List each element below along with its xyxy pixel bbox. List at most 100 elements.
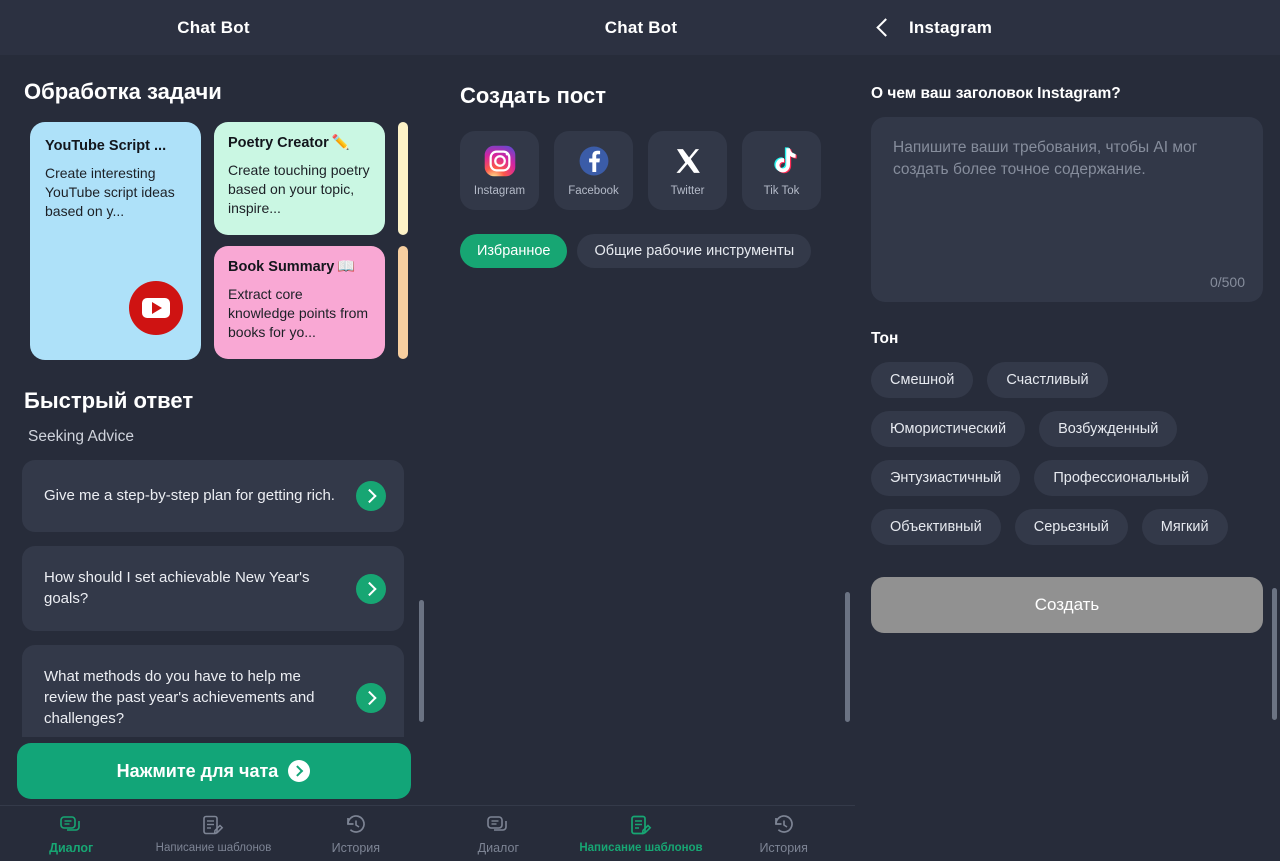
template-write-icon <box>631 815 652 834</box>
tone-chip-funny[interactable]: Смешной <box>871 362 974 398</box>
task-card-title: YouTube Script ... <box>45 138 167 154</box>
youtube-icon <box>129 281 183 335</box>
instagram-icon <box>484 145 515 177</box>
filter-favorites[interactable]: Избранное <box>460 234 568 268</box>
task-card-title: Poetry Creator <box>228 135 329 151</box>
tone-chip-humorous[interactable]: Юмористический <box>871 411 1026 447</box>
filter-general-tools[interactable]: Общие рабочие инструменты <box>577 234 812 268</box>
tab-history[interactable]: История <box>712 813 855 855</box>
task-card-desc: Create interesting YouTube script ideas … <box>45 165 175 220</box>
tab-templates[interactable]: Написание шаблонов <box>570 814 713 854</box>
social-label: Instagram <box>473 185 526 197</box>
create-button[interactable]: Создать <box>871 577 1263 633</box>
chat-cta-wrap: Нажмите для чата <box>0 737 427 805</box>
quick-answer-list: Give me a step-by-step plan for getting … <box>22 460 427 752</box>
task-card-poetry-creator[interactable]: Poetry Creator ✏️ Create touching poetry… <box>214 122 385 235</box>
tone-section-label: Тон <box>871 330 899 347</box>
tab-dialog[interactable]: Диалог <box>427 813 570 855</box>
panel3-content: О чем ваш заголовок Instagram? Напишите … <box>855 85 1280 861</box>
create-post-heading: Создать пост <box>460 83 607 108</box>
chat-bubbles-icon <box>60 815 80 831</box>
tab-label: История <box>331 840 381 855</box>
tone-chip-happy[interactable]: Счастливый <box>987 362 1108 398</box>
tab-label: Диалог <box>477 840 520 855</box>
task-cards-partial-column[interactable] <box>398 122 408 359</box>
tab-history[interactable]: История <box>285 813 427 855</box>
task-cards-column: Poetry Creator ✏️ Create touching poetry… <box>214 122 385 359</box>
character-counter: 0/500 <box>1209 274 1245 290</box>
quick-answer-subtitle: Seeking Advice <box>28 428 134 445</box>
social-instagram[interactable]: Instagram <box>460 131 539 210</box>
task-card-book-summary[interactable]: Book Summary 📖 Extract core knowledge po… <box>214 246 385 359</box>
chat-bubbles-icon <box>487 815 508 831</box>
tiktok-icon <box>773 147 797 174</box>
tone-chip-group: Смешной Счастливый Юмористический Возбуж… <box>871 362 1269 545</box>
tool-filter-row: Избранное Общие рабочие инструменты <box>460 234 855 268</box>
list-item[interactable]: What methods do you have to help me revi… <box>22 645 404 752</box>
panel2-scrollbar[interactable] <box>845 592 850 722</box>
caption-question-label: О чем ваш заголовок Instagram? <box>871 85 1121 102</box>
task-cards-row: YouTube Script ... Create interesting Yo… <box>30 122 427 360</box>
tab-label: История <box>759 840 808 855</box>
social-facebook[interactable]: Facebook <box>554 131 633 210</box>
social-label: Twitter <box>670 185 705 197</box>
chevron-right-icon[interactable] <box>356 481 386 511</box>
chevron-right-icon[interactable] <box>356 573 386 604</box>
task-card-title-row: Book Summary 📖 <box>228 259 371 276</box>
task-card-youtube-script[interactable]: YouTube Script ... Create interesting Yo… <box>30 122 201 360</box>
tab-label: Диалог <box>49 840 94 855</box>
panel-create-post: Chat Bot Создать пост Instagram Facebook… <box>427 0 855 861</box>
panel-instagram-caption: Instagram О чем ваш заголовок Instagram?… <box>855 0 1280 861</box>
social-twitter[interactable]: Twitter <box>648 131 727 210</box>
task-card-partial-1[interactable] <box>398 122 408 235</box>
chevron-left-icon[interactable] <box>877 16 891 40</box>
tone-chip-excited[interactable]: Возбужденный <box>1039 411 1178 447</box>
task-card-title-row: Poetry Creator ✏️ <box>228 135 371 152</box>
tab-label: Написание шаблонов <box>155 841 272 854</box>
caption-input-placeholder: Напишите ваши требования, чтобы AI мог с… <box>893 139 1198 179</box>
quick-answer-text: Give me a step-by-step plan for getting … <box>44 486 335 504</box>
tone-chip-serious[interactable]: Серьезный <box>1014 509 1128 545</box>
list-item[interactable]: How should I set achievable New Year's g… <box>22 546 404 632</box>
start-chat-label: Нажмите для чата <box>116 760 279 781</box>
panel3-title: Instagram <box>909 17 993 37</box>
history-clock-icon <box>346 814 365 833</box>
chevron-right-icon[interactable] <box>356 683 386 714</box>
social-label: Facebook <box>568 185 619 197</box>
social-platform-row: Instagram Facebook Twitter Tik Tok <box>460 131 855 210</box>
task-section-heading: Обработка задачи <box>24 79 222 104</box>
quick-answer-heading: Быстрый ответ <box>24 388 194 413</box>
task-card-title: Book Summary <box>228 259 335 275</box>
tab-dialog[interactable]: Диалог <box>0 813 142 855</box>
history-clock-icon <box>774 814 793 833</box>
template-write-icon <box>203 815 224 834</box>
tone-chip-enthusiastic[interactable]: Энтузиастичный <box>871 460 1021 496</box>
facebook-icon <box>579 146 608 176</box>
panel3-topbar: Instagram <box>855 0 1280 55</box>
app-screen: Chat Bot Обработка задачи YouTube Script… <box>0 0 1280 861</box>
task-card-desc: Create touching poetry based on your top… <box>228 162 370 217</box>
tone-chip-professional[interactable]: Профессиональный <box>1034 460 1209 496</box>
task-card-desc: Extract core knowledge points from books… <box>228 286 369 341</box>
panel1-topbar: Chat Bot <box>0 0 427 55</box>
caption-requirements-input[interactable]: Напишите ваши требования, чтобы AI мог с… <box>871 117 1263 302</box>
panel3-scrollbar[interactable] <box>1272 588 1277 720</box>
panel2-title: Chat Bot <box>604 17 678 37</box>
task-card-partial-2[interactable] <box>398 246 408 359</box>
tone-chip-objective[interactable]: Объективный <box>871 509 1001 545</box>
start-chat-button[interactable]: Нажмите для чата <box>16 743 411 799</box>
chevron-right-icon <box>288 760 311 782</box>
panel1-tabbar: Диалог Написание шаблонов История <box>0 805 427 861</box>
quick-answer-text: How should I set achievable New Year's g… <box>44 569 310 607</box>
open-book-icon: 📖 <box>337 259 356 275</box>
pencil-icon: ✏️ <box>331 135 350 151</box>
quick-answer-text: What methods do you have to help me revi… <box>44 668 315 727</box>
panel-chat-bot-home: Chat Bot Обработка задачи YouTube Script… <box>0 0 427 861</box>
tone-chip-soft[interactable]: Мягкий <box>1141 509 1228 545</box>
tab-templates[interactable]: Написание шаблонов <box>142 814 284 854</box>
list-item[interactable]: Give me a step-by-step plan for getting … <box>22 460 404 532</box>
panel1-title: Chat Bot <box>177 17 250 37</box>
panel1-scrollbar[interactable] <box>419 600 424 722</box>
social-tiktok[interactable]: Tik Tok <box>742 131 821 210</box>
panel2-tabbar: Диалог Написание шаблонов История <box>427 805 855 861</box>
